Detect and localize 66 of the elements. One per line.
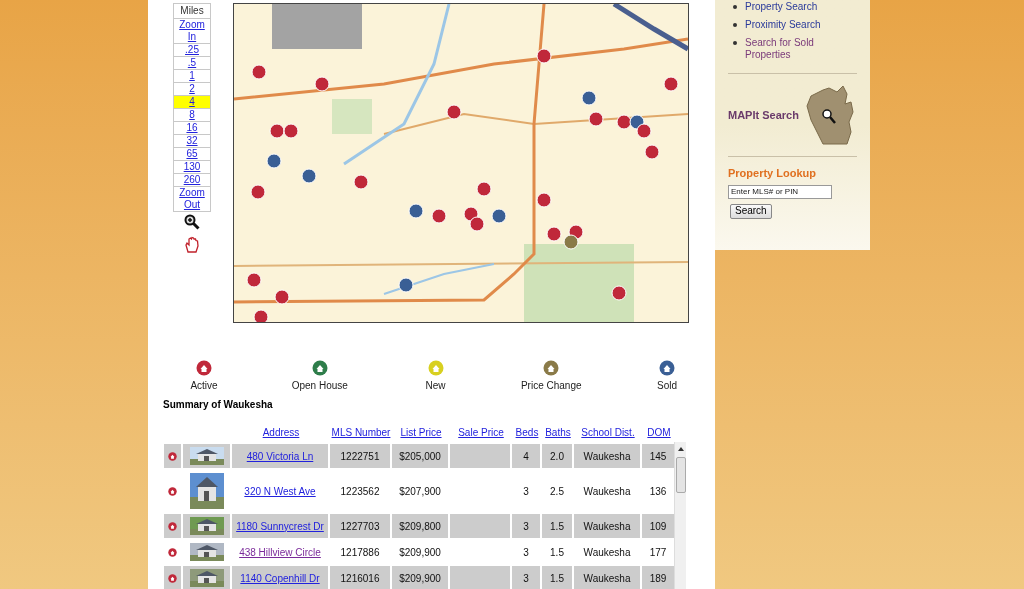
price-cell: $209,900 bbox=[392, 566, 448, 589]
street-address-link[interactable]: 320 N West Ave bbox=[244, 483, 316, 499]
legend-label: New bbox=[425, 379, 446, 393]
scrollbar-thumb[interactable] bbox=[675, 457, 686, 493]
scale-link[interactable]: 8 bbox=[174, 109, 210, 121]
scroll-up-icon[interactable] bbox=[676, 445, 685, 453]
column-header-link[interactable]: School Dist. bbox=[575, 428, 641, 438]
scale-link[interactable]: 65 bbox=[174, 148, 210, 160]
beds-cell: 4 bbox=[512, 444, 540, 468]
column-header-link[interactable]: DOM bbox=[643, 428, 675, 438]
school-cell: Waukesha bbox=[574, 566, 640, 589]
empty-table-cell bbox=[450, 566, 510, 589]
scrollbar[interactable] bbox=[674, 442, 686, 589]
scale-link[interactable]: 16 bbox=[174, 122, 210, 134]
price-cell: $209,800 bbox=[392, 514, 448, 538]
bullet-icon bbox=[733, 23, 737, 27]
legend-label: Sold bbox=[657, 379, 677, 393]
scale-link[interactable]: .5 bbox=[174, 57, 210, 69]
street-address-link[interactable]: 438 Hillview Circle bbox=[239, 544, 321, 560]
column-header-link[interactable]: Baths bbox=[543, 428, 573, 438]
scale-link[interactable]: Zoom In bbox=[174, 19, 210, 43]
school-cell: Waukesha bbox=[574, 514, 640, 538]
hand-icon[interactable] bbox=[184, 236, 200, 253]
baths-cell: 1.5 bbox=[542, 514, 572, 538]
empty-table-cell bbox=[450, 514, 510, 538]
column-header-link[interactable]: MLS Number bbox=[331, 428, 391, 438]
legend-label: Open House bbox=[291, 379, 348, 393]
scale-link[interactable]: 2 bbox=[174, 83, 210, 95]
baths-cell: 1.5 bbox=[542, 566, 572, 589]
dom-cell: 109 bbox=[642, 514, 674, 538]
mls-cell: 1216016 bbox=[330, 566, 390, 589]
baths-cell: 2.0 bbox=[542, 444, 572, 468]
bullet-icon bbox=[733, 5, 737, 9]
mapit-title[interactable]: MAPIt Search bbox=[728, 106, 799, 124]
sidebar-link[interactable]: Search for Sold Properties bbox=[745, 37, 857, 61]
column-header-link[interactable]: List Price bbox=[393, 428, 449, 438]
school-cell: Waukesha bbox=[574, 444, 640, 468]
scale-link[interactable]: 130 bbox=[174, 161, 210, 173]
scale-link[interactable]: 1 bbox=[174, 70, 210, 82]
dom-cell: 189 bbox=[642, 566, 674, 589]
legend-label: Active bbox=[190, 379, 218, 393]
scale-link[interactable]: .25 bbox=[174, 44, 210, 56]
legend-label: Price Change bbox=[520, 379, 582, 393]
lookup-field[interactable]: Enter MLS# or PIN bbox=[728, 184, 832, 199]
bullet-icon bbox=[733, 41, 737, 45]
search-button[interactable]: Search bbox=[730, 203, 772, 219]
column-header-link[interactable]: Sale Price bbox=[451, 428, 511, 438]
summary-title: Summary of Waukesha bbox=[162, 398, 274, 412]
scale-link[interactable]: 4 bbox=[174, 96, 210, 108]
beds-cell: 3 bbox=[512, 514, 540, 538]
column-header-link[interactable]: Address bbox=[233, 428, 329, 438]
scale-link[interactable]: 260 bbox=[174, 174, 210, 186]
sidebar-link[interactable]: Proximity Search bbox=[745, 19, 821, 31]
beds-cell: 3 bbox=[512, 566, 540, 589]
lookup-title: Property Lookup bbox=[728, 166, 817, 181]
scale-link[interactable]: Zoom Out bbox=[174, 187, 210, 211]
mls-cell: 1227703 bbox=[330, 514, 390, 538]
zoom-icon[interactable] bbox=[184, 214, 200, 230]
price-cell: $205,000 bbox=[392, 444, 448, 468]
mls-cell: 1222751 bbox=[330, 444, 390, 468]
empty-table-cell bbox=[450, 444, 510, 468]
scale-header: Miles bbox=[174, 4, 210, 18]
column-header-link[interactable]: Beds bbox=[513, 428, 541, 438]
scale-link[interactable]: 32 bbox=[174, 135, 210, 147]
dom-cell: 145 bbox=[642, 444, 674, 468]
sidebar-link[interactable]: Property Search bbox=[745, 1, 818, 13]
